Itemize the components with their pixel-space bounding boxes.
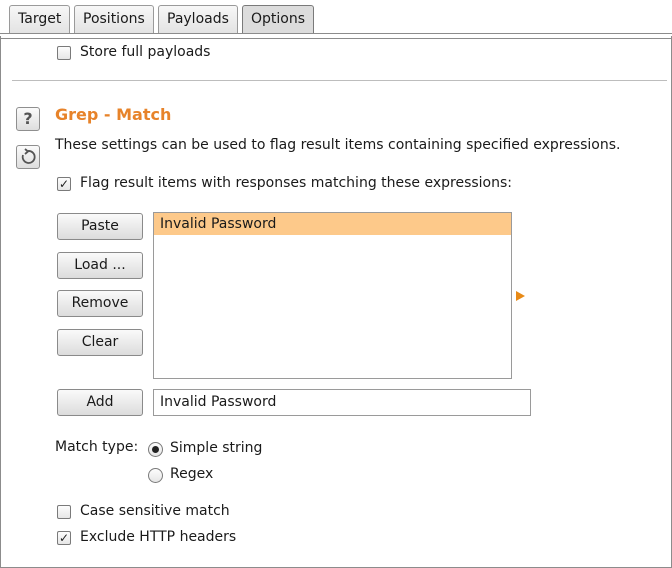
section-description: These settings can be used to flag resul…	[55, 137, 621, 153]
expand-arrow-icon[interactable]	[516, 291, 525, 301]
tab-payloads[interactable]: Payloads	[158, 5, 238, 33]
load-button[interactable]: Load ...	[57, 252, 143, 279]
exclude-headers-checkbox[interactable]: ✓	[57, 531, 71, 545]
flag-result-label: Flag result items with responses matchin…	[80, 175, 513, 191]
match-type-label: Match type:	[55, 439, 139, 455]
remove-button[interactable]: Remove	[57, 290, 143, 317]
exclude-headers-label: Exclude HTTP headers	[80, 529, 237, 545]
expressions-list[interactable]: Invalid Password	[153, 212, 512, 379]
flag-result-checkbox[interactable]: ✓	[57, 177, 71, 191]
store-full-payloads-label: Store full payloads	[80, 44, 211, 60]
restore-defaults-icon[interactable]	[16, 145, 40, 169]
tab-target[interactable]: Target	[9, 5, 71, 33]
paste-button[interactable]: Paste	[57, 213, 143, 240]
simple-string-radio[interactable]	[148, 442, 163, 457]
list-item[interactable]: Invalid Password	[154, 213, 511, 235]
section-title: Grep - Match	[55, 105, 172, 124]
content-top-border	[0, 38, 672, 39]
store-full-payloads-checkbox[interactable]	[57, 46, 71, 60]
regex-radio[interactable]	[148, 468, 163, 483]
help-icon[interactable]: ?	[16, 107, 40, 131]
add-button[interactable]: Add	[57, 389, 143, 416]
tab-positions[interactable]: Positions	[74, 5, 154, 33]
case-sensitive-label: Case sensitive match	[80, 503, 230, 519]
case-sensitive-checkbox[interactable]	[57, 505, 71, 519]
tab-divider	[0, 33, 672, 34]
regex-label: Regex	[170, 466, 214, 482]
radio-selected-dot	[152, 446, 159, 453]
simple-string-label: Simple string	[170, 440, 263, 456]
tab-options[interactable]: Options	[242, 5, 315, 33]
section-divider	[12, 80, 667, 81]
add-expression-input[interactable]: Invalid Password	[153, 389, 531, 416]
clear-button[interactable]: Clear	[57, 329, 143, 356]
tab-bar: Target Positions Payloads Options	[0, 0, 672, 36]
